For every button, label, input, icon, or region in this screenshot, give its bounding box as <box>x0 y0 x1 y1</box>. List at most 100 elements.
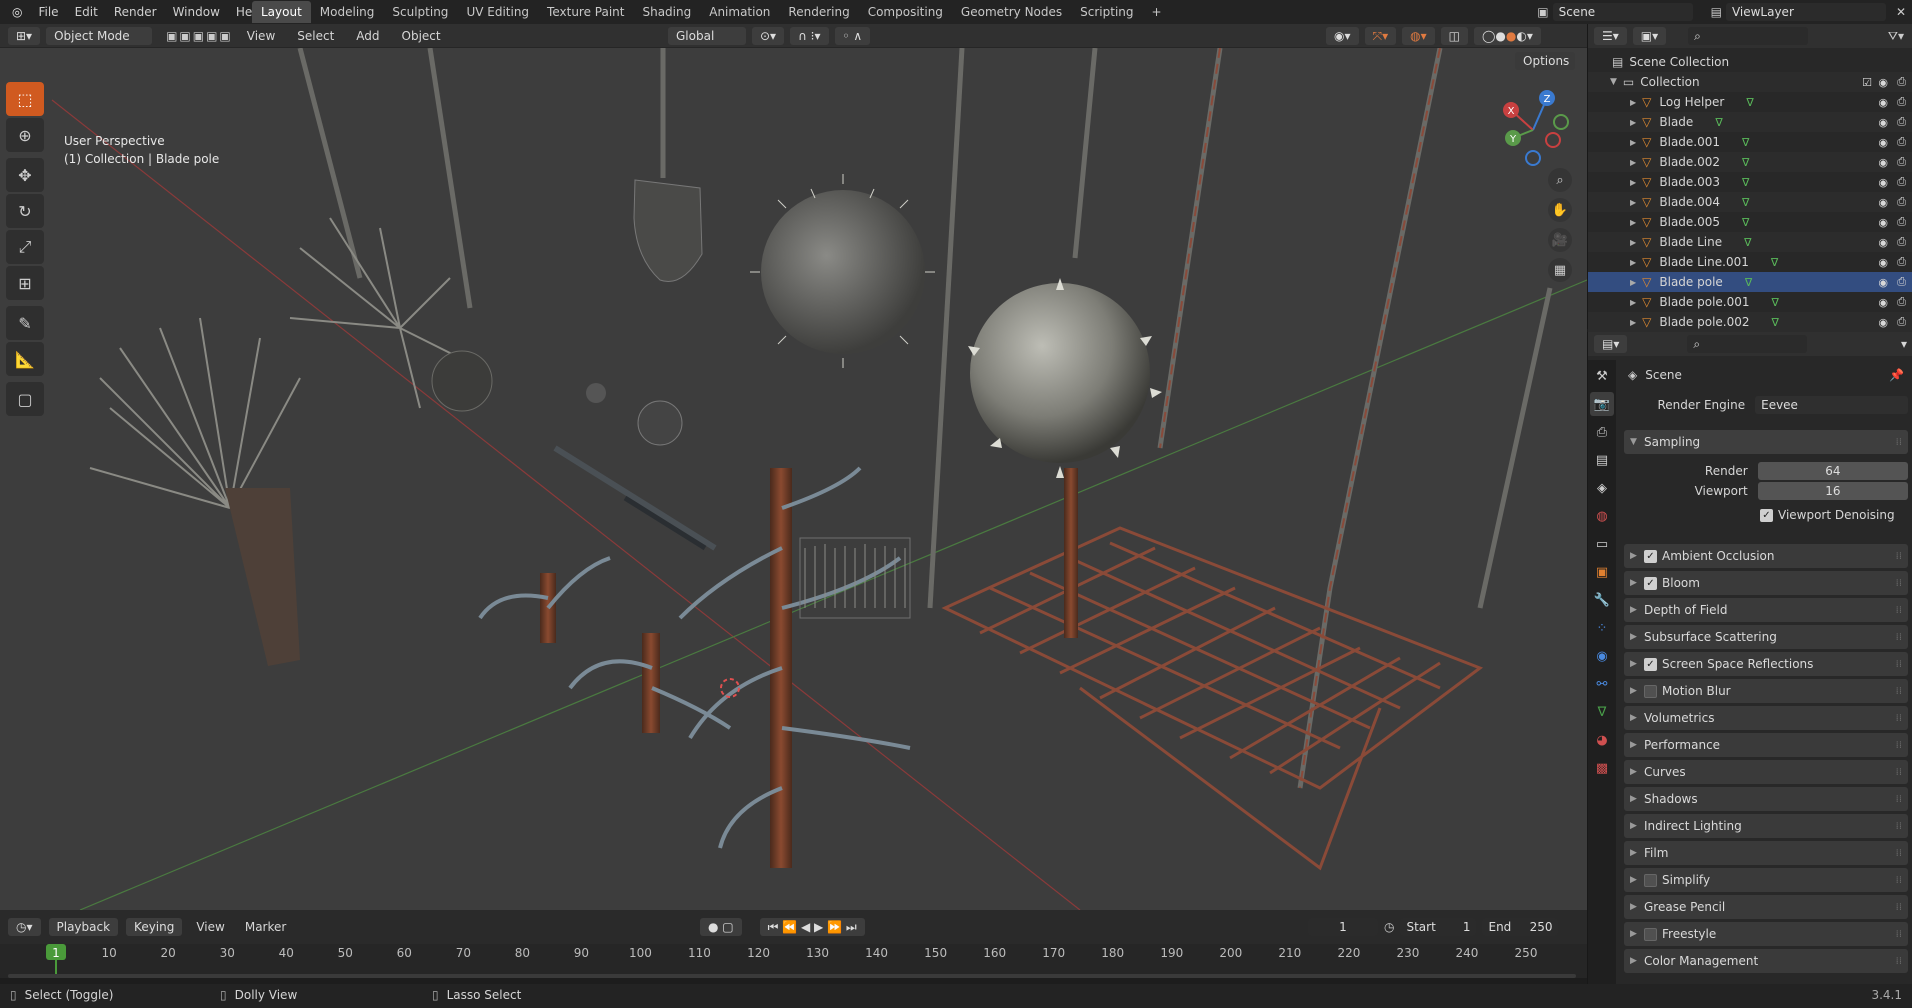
tool-tab-icon[interactable]: ⚒ <box>1590 364 1614 388</box>
menu-window[interactable]: Window <box>165 0 228 24</box>
scene-tab-icon[interactable]: ◈ <box>1590 476 1614 500</box>
cursor-tool-icon[interactable]: ⊕ <box>6 118 44 152</box>
panel-enable-checkbox[interactable] <box>1644 684 1657 698</box>
properties-options-icon[interactable]: ▾ <box>1901 337 1907 351</box>
visibility-icon[interactable]: ◉▾ <box>1326 27 1359 45</box>
sampling-panel-header[interactable]: ▼ Sampling ⁞⁞ <box>1624 430 1908 454</box>
drag-handle-icon[interactable]: ⁞⁞ <box>1896 551 1902 562</box>
tab-geometry-nodes[interactable]: Geometry Nodes <box>952 1 1071 23</box>
eye-icon[interactable]: ◉ <box>1878 96 1888 109</box>
tab-uv-editing[interactable]: UV Editing <box>457 1 538 23</box>
camera-icon[interactable]: ⎙ <box>1897 155 1906 169</box>
eye-icon[interactable]: ◉ <box>1878 236 1888 249</box>
eye-icon[interactable]: ◉ <box>1878 116 1888 129</box>
viewlayer-icon[interactable]: ▤ <box>1711 5 1722 19</box>
ortho-grid-icon[interactable]: ▦ <box>1548 258 1572 282</box>
menu-edit[interactable]: Edit <box>67 0 106 24</box>
record-button[interactable]: ● ▢ <box>700 918 742 936</box>
properties-search[interactable]: ⌕ <box>1687 335 1808 353</box>
panel-enable-checkbox[interactable]: ✓ <box>1644 549 1657 563</box>
proportional-edit-icon[interactable]: ◦ ∧ <box>834 27 871 45</box>
expand-icon[interactable]: ▶ <box>1630 178 1636 187</box>
add-cube-tool-icon[interactable]: ▢ <box>6 382 44 416</box>
outliner-item[interactable]: ▶ ▽ Blade.001 ∇ ◉ ⎙ <box>1588 132 1912 152</box>
start-frame-field[interactable]: Start 1 <box>1400 918 1477 936</box>
filter-icon[interactable]: ⛛▾ <box>1888 29 1904 44</box>
end-frame-field[interactable]: End 250 <box>1482 918 1559 936</box>
tab-modeling[interactable]: Modeling <box>311 1 384 23</box>
panel-header[interactable]: ▶ Shadows ⁞⁞ <box>1624 787 1908 811</box>
eye-icon[interactable]: ◉ <box>1878 316 1888 329</box>
mesh-data-icon[interactable]: ∇ <box>1742 176 1749 189</box>
drag-handle-icon[interactable]: ⁞⁞ <box>1896 767 1902 778</box>
camera-icon[interactable]: ⎙ <box>1897 255 1906 269</box>
drag-handle-icon[interactable]: ⁞⁞ <box>1896 659 1902 670</box>
drag-handle-icon[interactable]: ⁞⁞ <box>1896 794 1902 805</box>
outliner-item[interactable]: ▶ ▽ Blade pole.001 ∇ ◉ ⎙ <box>1588 292 1912 312</box>
expand-icon[interactable]: ▶ <box>1630 318 1636 327</box>
drag-handle-icon[interactable]: ⁞⁞ <box>1896 686 1902 697</box>
zoom-icon[interactable]: ⌕ <box>1548 168 1572 192</box>
output-tab-icon[interactable]: ⎙ <box>1590 420 1614 444</box>
panel-header[interactable]: ▶ ✓ Screen Space Reflections ⁞⁞ <box>1624 652 1908 676</box>
mesh-data-icon[interactable]: ∇ <box>1772 316 1779 329</box>
outliner-item[interactable]: ▶ ▽ Blade.003 ∇ ◉ ⎙ <box>1588 172 1912 192</box>
eye-icon[interactable]: ◉ <box>1878 176 1888 189</box>
mesh-data-icon[interactable]: ∇ <box>1742 196 1749 209</box>
mesh-data-icon[interactable]: ∇ <box>1742 216 1749 229</box>
camera-icon[interactable]: ⎙ <box>1897 215 1906 229</box>
shading-modes-icon[interactable]: ◯●●◐▾ <box>1473 27 1541 45</box>
expand-icon[interactable]: ▶ <box>1630 218 1636 227</box>
expand-icon[interactable]: ▶ <box>1630 198 1636 207</box>
drag-handle-icon[interactable]: ⁞⁞ <box>1896 875 1902 886</box>
drag-handle-icon[interactable]: ⁞⁞ <box>1896 713 1902 724</box>
move-tool-icon[interactable]: ✥ <box>6 158 44 192</box>
scale-tool-icon[interactable]: ⤢ <box>6 230 44 264</box>
camera-icon[interactable]: ⎙ <box>1897 275 1906 289</box>
outliner-item[interactable]: ▶ ▽ Blade Line ∇ ◉ ⎙ <box>1588 232 1912 252</box>
transform-tool-icon[interactable]: ⊞ <box>6 266 44 300</box>
mesh-data-icon[interactable]: ∇ <box>1771 256 1778 269</box>
camera-icon[interactable]: ⎙ <box>1897 135 1906 149</box>
viewport-menu-select[interactable]: Select <box>289 29 342 43</box>
drag-handle-icon[interactable]: ⁞⁞ <box>1896 821 1902 832</box>
outliner-item[interactable]: ▶ ▽ Blade.005 ∇ ◉ ⎙ <box>1588 212 1912 232</box>
render-samples-field[interactable]: 64 <box>1757 462 1908 480</box>
viewlayer-field[interactable]: ViewLayer <box>1725 3 1886 21</box>
physics-tab-icon[interactable]: ◉ <box>1590 644 1614 668</box>
camera-icon[interactable]: ⎙ <box>1897 315 1906 329</box>
camera-icon[interactable]: ⎙ <box>1897 175 1906 189</box>
viewport-samples-field[interactable]: 16 <box>1757 482 1908 500</box>
drag-handle-icon[interactable]: ⁞⁞ <box>1896 902 1902 913</box>
mesh-data-icon[interactable]: ∇ <box>1772 296 1779 309</box>
eye-icon[interactable]: ◉ <box>1878 216 1888 229</box>
tab-layout[interactable]: Layout <box>252 1 311 23</box>
eye-icon[interactable]: ◉ <box>1878 196 1888 209</box>
3d-viewport[interactable]: User Perspective (1) Collection | Blade … <box>0 48 1587 910</box>
eye-icon[interactable]: ◉ <box>1878 296 1888 309</box>
constraints-tab-icon[interactable]: ⚯ <box>1590 672 1614 696</box>
rotate-tool-icon[interactable]: ↻ <box>6 194 44 228</box>
tab-animation[interactable]: Animation <box>700 1 779 23</box>
expand-icon[interactable]: ▶ <box>1630 158 1636 167</box>
camera-icon[interactable]: ⎙ <box>1897 235 1906 249</box>
outliner-item[interactable]: ▶ ▽ Blade pole ∇ ◉ ⎙ <box>1588 272 1912 292</box>
exclude-checkbox[interactable]: ☑ <box>1862 76 1872 89</box>
pan-hand-icon[interactable]: ✋ <box>1548 198 1572 222</box>
expand-icon[interactable]: ▶ <box>1630 98 1636 107</box>
expand-icon[interactable]: ▶ <box>1630 138 1636 147</box>
gizmo-toggle-icon[interactable]: ⤧▾ <box>1364 27 1397 45</box>
panel-header[interactable]: ▶ Color Management ⁞⁞ <box>1624 949 1908 973</box>
mesh-data-icon[interactable]: ∇ <box>1742 156 1749 169</box>
viewport-scene[interactable] <box>0 48 1587 910</box>
world-tab-icon[interactable]: ◍ <box>1590 504 1614 528</box>
scene-icon[interactable]: ▣ <box>1537 5 1548 19</box>
drag-handle-icon[interactable]: ⁞⁞ <box>1896 578 1902 589</box>
panel-header[interactable]: ▶ Subsurface Scattering ⁞⁞ <box>1624 625 1908 649</box>
render-tab-icon[interactable]: 📷 <box>1590 392 1614 416</box>
panel-enable-checkbox[interactable] <box>1644 873 1657 887</box>
close-icon[interactable]: ✕ <box>1890 5 1912 19</box>
timeline-marker-menu[interactable]: Marker <box>239 920 292 934</box>
modifier-tab-icon[interactable]: 🔧 <box>1590 588 1614 612</box>
drag-handle-icon[interactable]: ⁞⁞ <box>1896 956 1902 967</box>
